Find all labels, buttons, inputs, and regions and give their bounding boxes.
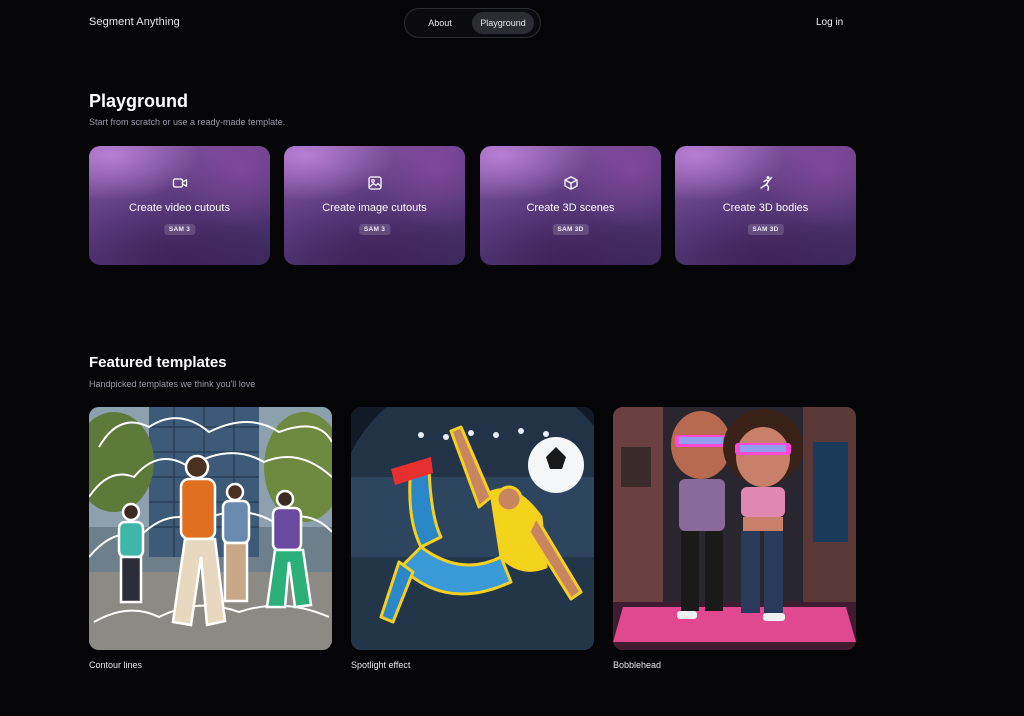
spotlight-effect-thumbnail: [351, 407, 594, 650]
model-badge: SAM 3D: [552, 224, 589, 235]
featured-title: Featured templates: [89, 354, 227, 371]
brand-logo-text[interactable]: Segment Anything: [89, 16, 180, 28]
card-video-cutouts[interactable]: Create video cutouts SAM 3: [89, 146, 270, 265]
nav-tab-playground[interactable]: Playground: [472, 12, 534, 34]
card-image-cutouts[interactable]: Create image cutouts SAM 3: [284, 146, 465, 265]
card-label: Create video cutouts: [129, 202, 230, 214]
template-contour-lines[interactable]: [89, 407, 332, 650]
card-label: Create 3D bodies: [722, 202, 809, 214]
template-label-spotlight-effect: Spotlight effect: [351, 660, 411, 670]
nav-tab-about[interactable]: About: [408, 12, 472, 34]
model-badge: SAM 3: [358, 224, 391, 235]
card-label: Create image cutouts: [322, 202, 427, 214]
card-3d-bodies[interactable]: Create 3D bodies SAM 3D: [675, 146, 856, 265]
cube-icon: [563, 176, 578, 190]
bobblehead-thumbnail: [613, 407, 856, 650]
template-label-contour-lines: Contour lines: [89, 660, 143, 670]
image-icon: [367, 176, 382, 190]
top-nav: About Playground: [404, 8, 541, 38]
video-camera-icon: [172, 178, 187, 188]
model-badge: SAM 3: [163, 224, 196, 235]
template-bobblehead[interactable]: [613, 407, 856, 650]
template-spotlight-effect[interactable]: [351, 407, 594, 650]
playground-cards: Create video cutouts SAM 3 Create image …: [89, 146, 856, 265]
template-label-bobblehead: Bobblehead: [613, 660, 662, 670]
login-link[interactable]: Log in: [816, 17, 843, 28]
contour-lines-thumbnail: [89, 407, 332, 650]
card-3d-scenes[interactable]: Create 3D scenes SAM 3D: [480, 146, 661, 265]
playground-subtitle: Start from scratch or use a ready-made t…: [89, 117, 286, 127]
playground-title: Playground: [89, 91, 189, 111]
card-label: Create 3D scenes: [526, 202, 615, 214]
dancing-person-icon: [759, 176, 772, 191]
featured-subtitle: Handpicked templates we think you'll lov…: [89, 379, 256, 389]
model-badge: SAM 3D: [747, 224, 784, 235]
